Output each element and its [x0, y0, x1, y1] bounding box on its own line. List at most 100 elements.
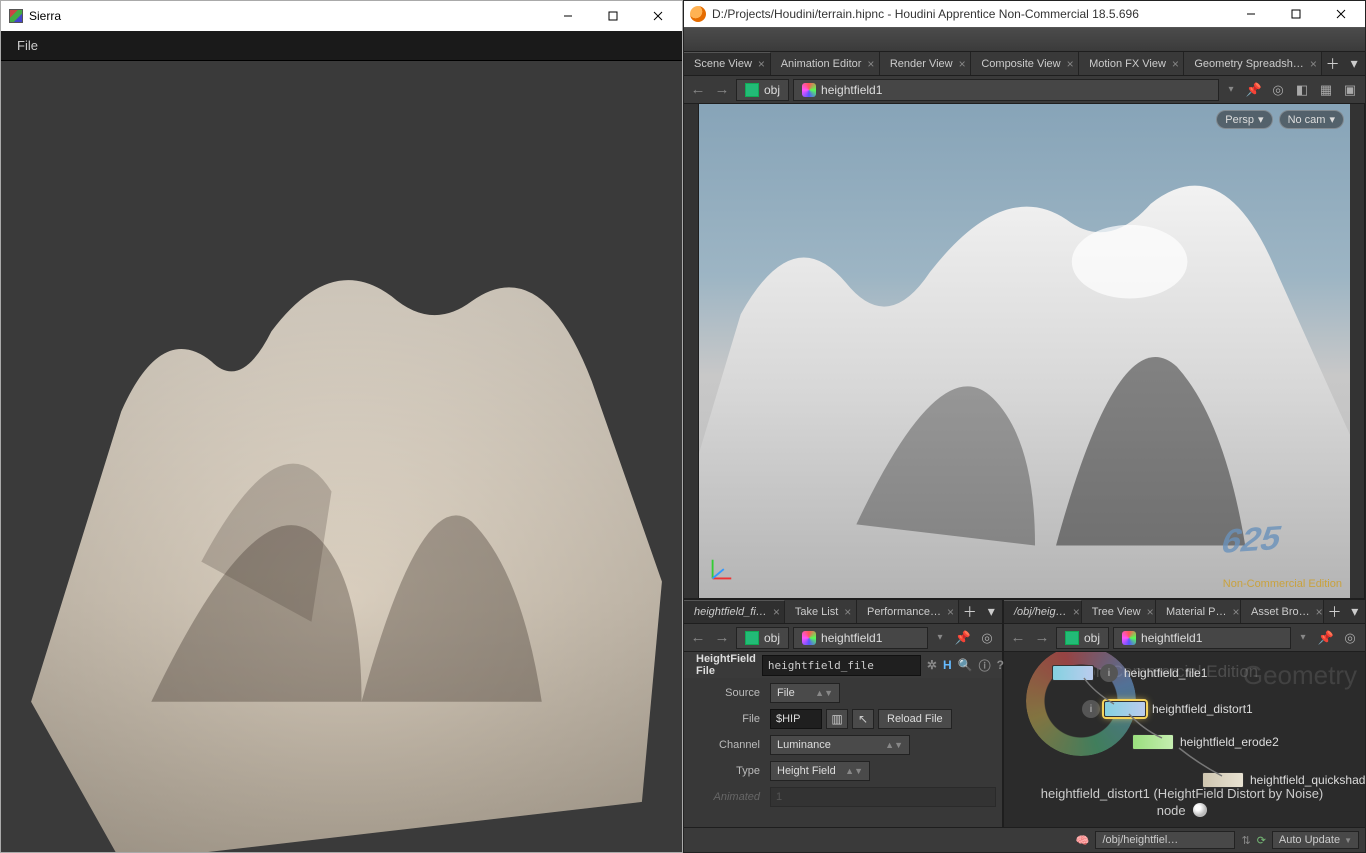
nav-back-icon[interactable]: ← [1008, 628, 1028, 648]
path-level[interactable]: obj [736, 627, 789, 649]
tab-scene-view[interactable]: Scene View× [684, 52, 771, 75]
nav-forward-icon[interactable]: → [712, 628, 732, 648]
tab-material-palette[interactable]: Material P…× [1156, 600, 1241, 623]
tab-network[interactable]: /obj/heig…× [1004, 600, 1082, 623]
tab-asset-browser[interactable]: Asset Bro…× [1241, 600, 1324, 623]
spinner-icon[interactable]: ⇅ [1241, 834, 1250, 847]
path-node[interactable]: heightfield1 [793, 627, 928, 649]
path-dropdown-icon[interactable]: ▾ [1295, 632, 1311, 643]
tab-performance[interactable]: Performance…× [857, 600, 959, 623]
link-icon[interactable]: ◎ [1267, 79, 1289, 101]
sierra-titlebar[interactable]: Sierra [1, 1, 682, 31]
tab-close-icon[interactable]: × [947, 605, 954, 619]
add-tab-button[interactable]: ＋ [1322, 52, 1344, 75]
viewport-camera-toggle[interactable]: No cam▾ [1279, 110, 1344, 129]
path-level[interactable]: obj [736, 79, 789, 101]
tab-close-icon[interactable]: × [1073, 605, 1080, 619]
minimize-button[interactable] [1228, 0, 1273, 29]
viewport-left-toolbar[interactable] [684, 104, 699, 598]
label: Persp [1225, 114, 1254, 126]
pane-menu-icon[interactable]: ▾ [981, 600, 1003, 623]
tab-close-icon[interactable]: × [1233, 605, 1240, 619]
cube-icon[interactable]: ◧ [1291, 79, 1313, 101]
pin-icon[interactable]: 📌 [1243, 79, 1265, 101]
status-update-mode[interactable]: Auto Update ▼ [1272, 831, 1359, 849]
houdini-logo-icon[interactable]: H [943, 656, 952, 674]
tooltip-text: heightfield_distort1 (HeightField Distor… [1041, 786, 1324, 818]
parm-channel-label: Channel [684, 739, 766, 751]
display-options-icon[interactable]: ▦ [1315, 79, 1337, 101]
link-icon[interactable]: ◎ [1339, 627, 1361, 649]
pin-icon[interactable] [1193, 803, 1207, 817]
path-dropdown-icon[interactable]: ▾ [1223, 84, 1239, 95]
nav-forward-icon[interactable]: → [712, 80, 732, 100]
houdini-viewport[interactable]: Persp▾ No cam▾ 625 Non-Commercial Editio… [699, 104, 1350, 598]
nav-forward-icon[interactable]: → [1032, 628, 1052, 648]
path-dropdown-icon[interactable]: ▾ [932, 632, 948, 643]
tab-close-icon[interactable]: × [1147, 605, 1154, 619]
tab-take-list[interactable]: Take List× [785, 600, 857, 623]
shelf-area[interactable] [684, 27, 1365, 52]
tab-geometry-spreadsheet[interactable]: Geometry Spreadsh…× [1184, 52, 1321, 75]
tab-heightfield-file[interactable]: heightfield_fi… × [684, 600, 785, 623]
menu-file[interactable]: File [9, 34, 46, 57]
path-node[interactable]: heightfield1 [793, 79, 1219, 101]
info-icon[interactable]: ⓘ [979, 656, 991, 674]
tab-close-icon[interactable]: × [758, 57, 765, 71]
search-icon[interactable]: 🔍 [958, 656, 973, 674]
nav-back-icon[interactable]: ← [688, 628, 708, 648]
close-button[interactable] [635, 2, 680, 31]
tab-close-icon[interactable]: × [867, 57, 874, 71]
snapshot-icon[interactable]: ▣ [1339, 79, 1361, 101]
pin-icon[interactable]: 📌 [952, 627, 974, 649]
tab-composite-view[interactable]: Composite View× [971, 52, 1079, 75]
viewport-right-toolbar[interactable] [1350, 104, 1365, 598]
tab-render-view[interactable]: Render View× [880, 52, 972, 75]
parm-pane-tabs: heightfield_fi… × Take List× Performance…… [684, 600, 1002, 624]
tab-label: heightfield_fi… [694, 606, 767, 618]
brain-icon[interactable]: 🧠 [1076, 834, 1090, 847]
node-heightfield-erode2[interactable]: heightfield_erode2 [1132, 734, 1279, 750]
path-level[interactable]: obj [1056, 627, 1109, 649]
link-icon[interactable]: ◎ [976, 627, 998, 649]
tab-close-icon[interactable]: × [1172, 57, 1179, 71]
reload-file-button[interactable]: Reload File [878, 709, 952, 729]
add-tab-button[interactable]: ＋ [1324, 600, 1344, 623]
pin-icon[interactable]: 📌 [1315, 627, 1337, 649]
viewport-persp-toggle[interactable]: Persp▾ [1216, 110, 1272, 129]
houdini-titlebar[interactable]: D:/Projects/Houdini/terrain.hipnc - Houd… [684, 1, 1365, 27]
parm-file-field[interactable]: $HIP [770, 709, 822, 729]
tab-tree-view[interactable]: Tree View× [1082, 600, 1156, 623]
minimize-button[interactable] [545, 2, 590, 31]
file-chooser-icon[interactable]: ▥ [826, 709, 848, 729]
parm-channel-combo[interactable]: Luminance▲▼ [770, 735, 910, 755]
network-editor[interactable]: Geometry Non-Commercial Edition i height… [1004, 652, 1365, 827]
tab-close-icon[interactable]: × [1067, 57, 1074, 71]
pane-menu-icon[interactable]: ▾ [1343, 52, 1365, 75]
status-path[interactable]: /obj/heightfiel… [1095, 831, 1235, 849]
gear-icon[interactable]: ✲ [927, 656, 937, 674]
refresh-icon[interactable]: ⟳ [1257, 834, 1266, 847]
pane-menu-icon[interactable]: ▾ [1345, 600, 1365, 623]
close-button[interactable] [1318, 0, 1363, 29]
tab-close-icon[interactable]: × [844, 605, 851, 619]
file-pointer-icon[interactable]: ↖ [852, 709, 874, 729]
parm-source-combo[interactable]: File▲▼ [770, 683, 840, 703]
help-icon[interactable]: ? [997, 656, 1004, 674]
tab-close-icon[interactable]: × [1310, 57, 1317, 71]
tab-close-icon[interactable]: × [959, 57, 966, 71]
node-name-field[interactable] [762, 655, 921, 676]
node-heightfield-file1[interactable]: i heightfield_file1 [1052, 664, 1207, 682]
maximize-button[interactable] [590, 2, 635, 31]
maximize-button[interactable] [1273, 0, 1318, 29]
nav-back-icon[interactable]: ← [688, 80, 708, 100]
parm-type-combo[interactable]: Height Field▲▼ [770, 761, 870, 781]
tab-animation-editor[interactable]: Animation Editor× [771, 52, 880, 75]
tab-close-icon[interactable]: × [1316, 605, 1323, 619]
add-tab-button[interactable]: ＋ [959, 600, 981, 623]
tab-motionfx-view[interactable]: Motion FX View× [1079, 52, 1184, 75]
sierra-viewport[interactable] [1, 61, 682, 852]
path-node[interactable]: heightfield1 [1113, 627, 1291, 649]
node-heightfield-distort1[interactable]: i heightfield_distort1 [1082, 700, 1253, 718]
tab-close-icon[interactable]: × [773, 605, 780, 619]
